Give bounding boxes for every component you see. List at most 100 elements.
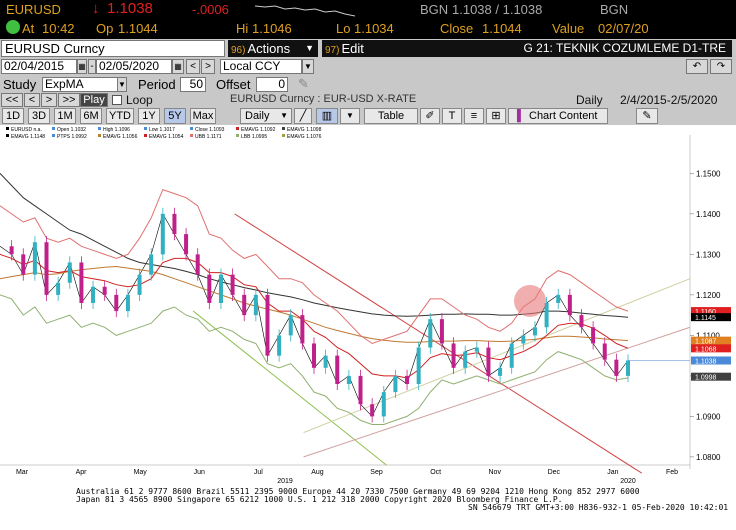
legend-entry: Low 1.1017 <box>149 127 175 133</box>
undo-icon[interactable]: ↶ <box>686 59 708 74</box>
period-3d-button[interactable]: 3D <box>28 108 50 124</box>
y-tick-label: 1.1300 <box>696 250 721 259</box>
legend-swatch <box>190 127 193 130</box>
legend-entry: EMAVG 1.1098 <box>287 127 322 133</box>
legend-swatch <box>144 127 147 130</box>
candle-body <box>579 315 584 328</box>
period-5y-button[interactable]: 5Y <box>164 108 186 124</box>
period-1m-button[interactable]: 1M <box>54 108 76 124</box>
chevron-down-icon: ▼ <box>280 111 288 120</box>
actions-menu[interactable]: 96) Actions ▼ <box>228 40 318 57</box>
chevron-down-icon: ▼ <box>305 43 314 53</box>
start-date-field[interactable]: 02/04/2015 <box>1 59 77 74</box>
hi-label: Hi <box>236 21 249 36</box>
calendar-icon[interactable]: ▦ <box>172 59 184 74</box>
period-field[interactable]: 50 <box>180 77 206 92</box>
redo-icon[interactable]: ↷ <box>710 59 732 74</box>
table-button[interactable]: Table <box>364 108 418 124</box>
annotation-icon[interactable]: ✐ <box>420 108 440 124</box>
chart-content-button[interactable]: ▐ Chart Content <box>508 108 608 124</box>
chevron-down-icon[interactable]: ▼ <box>117 77 127 92</box>
legend-swatch <box>52 127 55 130</box>
y-tick-label: 1.1400 <box>696 210 721 219</box>
period-ytd-button[interactable]: YTD <box>106 108 134 124</box>
stats-bar: At 10:42 Op 1.1044 Hi 1.1046 Lo 1.1034 C… <box>0 19 736 39</box>
first-button[interactable]: << <box>1 93 23 107</box>
candle-body <box>626 360 630 376</box>
x-tick-label: Aug <box>311 469 324 476</box>
candle-body <box>428 319 433 348</box>
offset-field[interactable]: 0 <box>256 77 288 92</box>
legend-swatch <box>52 134 55 137</box>
value-date: 02/07/20 <box>598 21 649 36</box>
x-tick-label: Feb <box>666 469 678 476</box>
period-1y-button[interactable]: 1Y <box>138 108 160 124</box>
frequency-select[interactable]: Daily ▼ <box>240 108 292 124</box>
legend-entry: Open 1.1032 <box>57 127 86 133</box>
candle-body <box>288 315 293 336</box>
x-tick-label: Oct <box>430 469 441 476</box>
bgn-label: BGN <box>420 2 449 17</box>
study-label: Study <box>3 77 37 92</box>
text-tool-icon[interactable]: T <box>442 108 462 124</box>
candle-body <box>230 274 235 295</box>
next-range-button[interactable]: > <box>201 59 215 74</box>
end-date-field[interactable]: 02/05/2020 <box>96 59 172 74</box>
trend-line <box>303 278 691 434</box>
candle-body <box>21 254 26 275</box>
chart-title: G 21: TEKNIK COZUMLEME D1-TRE <box>392 40 732 57</box>
period-1d-button[interactable]: 1D <box>2 108 24 124</box>
change: -.0006 <box>192 2 229 17</box>
ticker: EURUSD <box>6 2 61 17</box>
currency-select[interactable]: Local CCY <box>220 59 302 74</box>
sparkline-icon <box>255 5 355 17</box>
legend-entry: LBB 1.0995 <box>241 134 267 140</box>
grid-tool-icon[interactable]: ⊞ <box>486 108 506 124</box>
pen-icon[interactable]: ✎ <box>298 76 309 92</box>
candle-body <box>195 254 200 275</box>
price-chart[interactable]: EURUSD n.a. Open 1.1032 High 1.1096 Low 1.1… <box>0 125 736 487</box>
security-field[interactable]: EURUSD Curncy <box>1 40 225 57</box>
menu-bar: EURUSD Curncy 96)Actions ▼ 97)Edit ▼ G 21:… <box>0 39 736 58</box>
candle-body <box>405 375 410 384</box>
play-button[interactable]: Play <box>80 93 108 107</box>
quote-bar: EURUSD ↓ 1.1038 -.0006 BGN 1.1038 / 1.10… <box>0 0 736 19</box>
price-tag-label: 1.0998 <box>695 375 717 382</box>
frequency-value: Daily <box>245 110 270 122</box>
candle-body <box>556 294 561 303</box>
chevron-down-icon[interactable]: ▼ <box>302 59 314 74</box>
last-button[interactable]: >> <box>58 93 80 107</box>
candle-body <box>265 294 270 356</box>
legend-entry: EMAVG 1.1054 <box>149 134 184 140</box>
y-tick-label: 1.1500 <box>696 169 721 178</box>
calendar-icon[interactable]: ▦ <box>77 59 87 74</box>
legend-swatch <box>144 134 147 137</box>
candle-body <box>160 213 165 255</box>
edit-chart-icon[interactable]: ✎ <box>636 108 658 124</box>
candle-body <box>137 274 142 295</box>
chevron-down-icon[interactable]: ▼ <box>340 108 360 124</box>
legend-swatch <box>190 134 193 137</box>
op-value: 1.1044 <box>118 21 158 36</box>
legend-entry: High 1.1096 <box>103 127 130 133</box>
next-button[interactable]: > <box>41 93 57 107</box>
fib-tool-icon[interactable]: ≡ <box>464 108 484 124</box>
legend-swatch <box>236 127 239 130</box>
x-tick-label: Mar <box>16 469 29 476</box>
period-6m-button[interactable]: 6M <box>80 108 102 124</box>
prev-range-button[interactable]: < <box>186 59 200 74</box>
chart-canvas[interactable]: EURUSD n.a. Open 1.1032 High 1.1096 Low 1.1… <box>0 125 736 487</box>
candle-body <box>521 335 526 344</box>
footer: Australia 61 2 9777 8600 Brazil 5511 239… <box>0 487 736 530</box>
bar-chart-icon[interactable]: ▥ <box>316 108 338 124</box>
candle-body <box>370 404 375 417</box>
trend-line <box>234 213 642 474</box>
prev-button[interactable]: < <box>24 93 40 107</box>
period-max-button[interactable]: Max <box>190 108 216 124</box>
price-tag-label: 1.1145 <box>695 315 716 322</box>
line-chart-icon[interactable]: ╱ <box>294 108 312 124</box>
legend-swatch <box>236 134 239 137</box>
study-select[interactable]: ExpMA <box>42 77 118 92</box>
loop-checkbox[interactable] <box>112 95 122 105</box>
chart-content-label: Chart Content <box>529 110 598 122</box>
